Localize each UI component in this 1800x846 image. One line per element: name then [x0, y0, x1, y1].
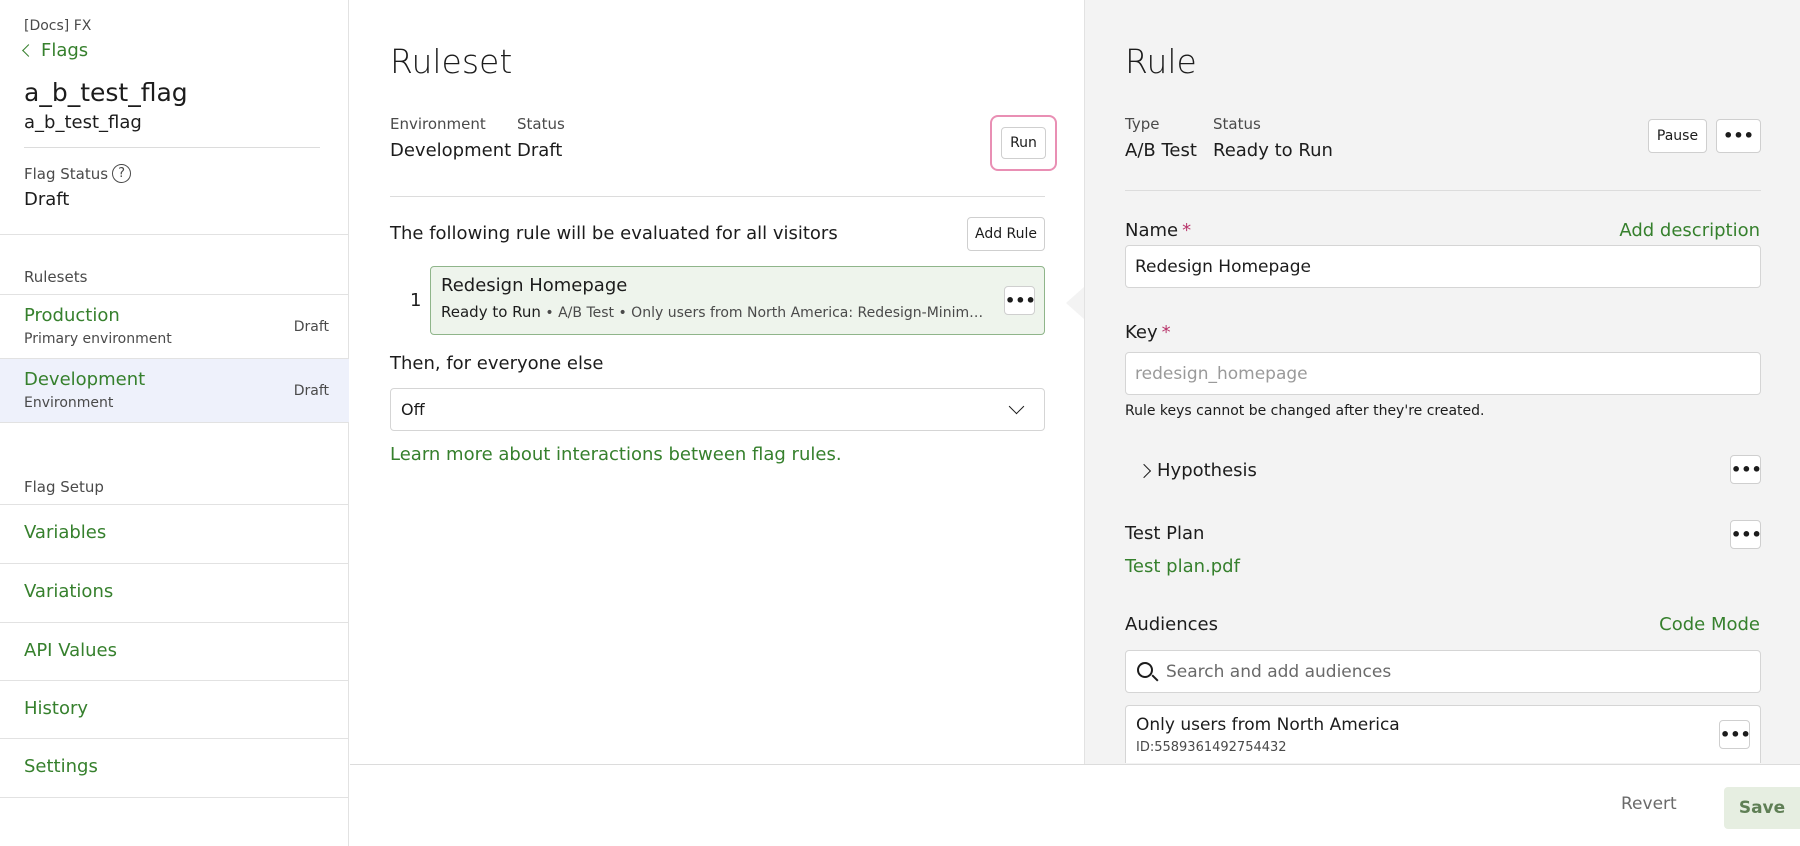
ruleset-item-production[interactable]: Production Primary environment Draft — [0, 294, 349, 358]
else-text: Then, for everyone else — [390, 353, 604, 374]
flag-setup-heading: Flag Setup — [24, 478, 104, 496]
divider — [0, 797, 349, 798]
select-value: Off — [401, 400, 425, 419]
back-to-flags-link[interactable]: Flags — [22, 40, 89, 61]
footer-bar: Revert Save — [350, 764, 1800, 846]
rule-panel: Rule Type A/B Test Status Ready to Run P… — [1084, 0, 1800, 764]
name-label: Name * — [1125, 220, 1191, 241]
fallback-variation-select[interactable]: Off — [390, 388, 1045, 431]
more-horizontal-icon[interactable]: ••• — [1719, 720, 1751, 749]
status-value: Ready to Run — [1213, 140, 1333, 161]
flag-title: a_b_test_flag — [24, 78, 188, 107]
evaluation-text: The following rule will be evaluated for… — [390, 223, 838, 244]
rule-card[interactable]: Redesign Homepage Ready to Run • A/B Tes… — [430, 266, 1045, 335]
sidebar-item-variables[interactable]: Variables — [0, 504, 349, 563]
sidebar-item-label: Settings — [24, 756, 98, 777]
rule-number: 1 — [410, 290, 422, 311]
environment-value: Development — [390, 140, 512, 161]
rule-status: Ready to Run — [441, 303, 541, 321]
divider — [1125, 190, 1761, 191]
rule-panel-title: Rule — [1125, 42, 1197, 81]
required-mark: * — [1161, 322, 1171, 343]
sidebar: [Docs] FX Flags a_b_test_flag a_b_test_f… — [0, 0, 349, 846]
run-button[interactable]: Run — [1001, 127, 1046, 159]
test-plan-file-link[interactable]: Test plan.pdf — [1125, 556, 1240, 577]
more-horizontal-icon[interactable]: ••• — [1730, 520, 1762, 549]
rule-summary: • A/B Test • Only users from North Ameri… — [545, 305, 991, 321]
divider — [24, 147, 320, 148]
hypothesis-label: Hypothesis — [1157, 460, 1257, 481]
search-icon — [1137, 662, 1153, 678]
required-mark: * — [1182, 220, 1192, 241]
pause-button[interactable]: Pause — [1648, 119, 1707, 153]
ruleset-subtitle: Primary environment — [24, 331, 172, 347]
rule-name: Redesign Homepage — [441, 275, 628, 296]
ruleset-name: Development — [24, 369, 146, 390]
help-circle-icon[interactable]: ? — [112, 164, 132, 183]
ruleset-name: Production — [24, 305, 120, 326]
sidebar-item-label: History — [24, 698, 89, 719]
chevron-right-icon — [1136, 463, 1152, 478]
ruleset-status-badge: Draft — [293, 383, 329, 399]
type-label: Type — [1125, 115, 1160, 133]
test-plan-label: Test Plan — [1125, 523, 1205, 544]
save-button[interactable]: Save — [1724, 787, 1800, 829]
add-description-link[interactable]: Add description — [1619, 220, 1760, 241]
rule-name-input[interactable] — [1125, 245, 1761, 288]
audience-search[interactable] — [1125, 650, 1761, 693]
flag-status-label: Flag Status ? — [24, 164, 132, 183]
key-hint: Rule keys cannot be changed after they'r… — [1125, 403, 1485, 419]
type-value: A/B Test — [1125, 140, 1197, 161]
chevron-down-icon — [1008, 398, 1025, 415]
rulesets-heading: Rulesets — [24, 268, 88, 286]
chevron-left-icon — [22, 44, 35, 57]
more-horizontal-icon[interactable]: ••• — [1730, 455, 1762, 484]
hypothesis-toggle[interactable]: Hypothesis — [1136, 460, 1257, 481]
sidebar-item-label: API Values — [24, 640, 118, 661]
ruleset-status-badge: Draft — [293, 319, 329, 335]
panel-pointer — [1066, 287, 1084, 319]
status-label: Status — [1213, 115, 1261, 133]
name-label-text: Name — [1125, 220, 1179, 241]
ruleset-subtitle: Environment — [24, 395, 114, 411]
sidebar-item-api-values[interactable]: API Values — [0, 622, 349, 681]
status-value: Draft — [517, 140, 563, 161]
key-label-text: Key — [1125, 322, 1158, 343]
learn-more-link[interactable]: Learn more about interactions between fl… — [390, 444, 842, 465]
key-label: Key * — [1125, 322, 1171, 343]
sidebar-item-history[interactable]: History — [0, 680, 349, 739]
audience-id: ID:5589361492754432 — [1136, 740, 1287, 755]
project-name: [Docs] FX — [24, 18, 92, 34]
revert-button[interactable]: Revert — [1621, 794, 1677, 814]
add-rule-button[interactable]: Add Rule — [967, 217, 1045, 251]
ruleset-panel: Ruleset Environment Development Status D… — [350, 0, 1084, 764]
audience-search-input[interactable] — [1166, 651, 1756, 692]
sidebar-item-label: Variables — [24, 522, 107, 543]
audience-item: Only users from North America ID:5589361… — [1125, 705, 1761, 763]
ruleset-item-development[interactable]: Development Environment Draft — [0, 358, 349, 422]
environment-label: Environment — [390, 115, 486, 133]
more-horizontal-icon[interactable]: ••• — [1716, 119, 1761, 153]
flag-key: a_b_test_flag — [24, 112, 142, 133]
sidebar-item-variations[interactable]: Variations — [0, 563, 349, 622]
page-title: Ruleset — [390, 42, 513, 81]
sidebar-item-settings[interactable]: Settings — [0, 738, 349, 797]
audiences-label: Audiences — [1125, 614, 1218, 635]
sidebar-item-label: Variations — [24, 581, 114, 602]
more-horizontal-icon[interactable]: ••• — [1004, 286, 1036, 315]
divider — [390, 196, 1045, 197]
divider — [0, 422, 349, 423]
code-mode-link[interactable]: Code Mode — [1659, 614, 1760, 635]
flag-status-value: Draft — [24, 189, 70, 210]
back-link-label: Flags — [41, 40, 89, 61]
flag-status-label-text: Flag Status — [24, 164, 109, 183]
rule-key-input[interactable] — [1125, 352, 1761, 395]
status-label: Status — [517, 115, 565, 133]
rule-description: Ready to Run • A/B Test • Only users fro… — [441, 303, 991, 321]
audience-name: Only users from North America — [1136, 715, 1400, 735]
divider — [0, 234, 349, 235]
